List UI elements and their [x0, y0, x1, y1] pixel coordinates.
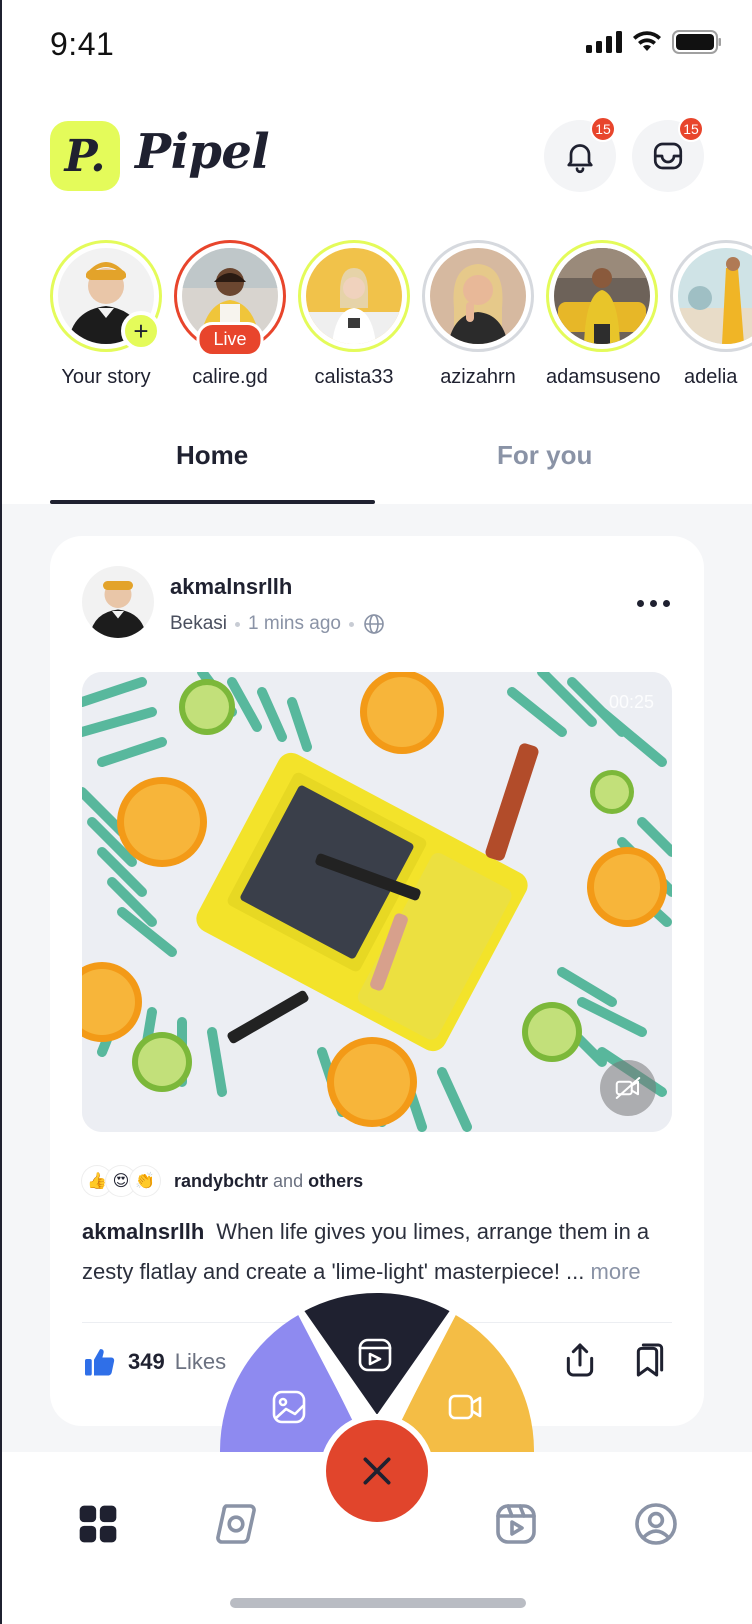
app-name: Pipel — [135, 124, 270, 180]
story-ring — [422, 240, 534, 352]
bell-icon — [567, 144, 593, 174]
nav-reels[interactable] — [488, 1496, 544, 1552]
story-adamsuseno[interactable]: adamsuseno — [546, 240, 661, 389]
avatar — [306, 248, 402, 344]
avatar — [430, 248, 526, 344]
reactions-row[interactable]: 👍 😍 👏 randybchtr and others — [82, 1166, 363, 1196]
post-meta: Bekasi 1 mins ago — [170, 612, 386, 636]
thumbs-up-icon — [85, 1349, 115, 1376]
status-icons — [586, 30, 722, 54]
active-tab-indicator — [50, 500, 375, 504]
inbox-badge: 15 — [678, 116, 704, 142]
post-time: 1 mins ago — [248, 613, 341, 634]
likes-count: 349 — [128, 1349, 165, 1374]
post-location: Bekasi — [170, 613, 228, 634]
story-ring: + — [50, 240, 162, 352]
story-your-story[interactable]: + Your story — [50, 240, 162, 389]
notifications-button[interactable]: 15 — [544, 116, 616, 192]
reaction-user[interactable]: randybchtr — [174, 1171, 268, 1191]
wifi-icon — [633, 31, 661, 51]
live-badge: Live — [196, 322, 264, 357]
story-name: calire.gd — [192, 366, 268, 388]
story-ring — [298, 240, 410, 352]
notifications-badge: 15 — [590, 116, 616, 142]
story-name: Your story — [61, 366, 151, 388]
likes-label: Likes — [174, 1349, 227, 1374]
add-story-icon[interactable]: + — [121, 311, 161, 351]
story-azizahrn[interactable]: azizahrn — [422, 240, 534, 389]
reaction-others[interactable]: others — [308, 1171, 363, 1191]
tab-home[interactable]: Home — [176, 440, 248, 471]
video-thumbnail — [82, 672, 672, 1132]
bookmark-icon — [636, 1343, 664, 1377]
separator-dot — [348, 621, 354, 627]
story-ring: Live — [174, 240, 286, 357]
separator-dot — [235, 621, 241, 627]
inbox-button[interactable]: 15 — [632, 116, 704, 192]
home-indicator — [230, 1598, 526, 1608]
story-ring — [670, 240, 752, 352]
close-icon — [363, 1457, 391, 1485]
story-name: adamsuseno — [546, 366, 661, 388]
inbox-icon — [653, 142, 683, 170]
story-name: calista33 — [314, 366, 394, 388]
reaction-and: and — [273, 1170, 304, 1191]
status-time: 9:41 — [50, 26, 115, 62]
clapping-emoji: 👏 — [130, 1166, 160, 1196]
caption-more-link[interactable]: more — [591, 1259, 641, 1284]
signal-icon — [586, 31, 622, 53]
reactions-summary: randybchtr and others — [174, 1171, 363, 1192]
grid-icon — [79, 1505, 117, 1543]
tab-for-you[interactable]: For you — [497, 440, 592, 471]
post-avatar[interactable] — [82, 566, 154, 638]
app-screen: 9:41 P. Pipel 15 15 + Your story Live ca… — [0, 0, 752, 1624]
post-username[interactable]: akmalnsrllh — [170, 574, 292, 600]
device-edge — [0, 0, 2, 1624]
story-ring — [546, 240, 658, 352]
globe-icon — [364, 614, 384, 634]
like-button[interactable]: 349 Likes — [82, 1344, 226, 1380]
story-name: azizahrn — [440, 366, 516, 388]
avatar — [554, 248, 650, 344]
save-button[interactable] — [630, 1340, 670, 1385]
video-duration: 00:25 — [608, 692, 654, 712]
more-options-icon[interactable] — [637, 600, 670, 607]
reels-icon — [496, 1504, 536, 1544]
stories-row: + Your story Live calire.gd calista33 az… — [50, 240, 752, 390]
mute-button[interactable] — [600, 1060, 656, 1116]
share-button[interactable] — [560, 1340, 600, 1385]
nav-explore[interactable] — [208, 1496, 264, 1552]
battery-icon — [672, 30, 721, 54]
story-calista33[interactable]: calista33 — [298, 240, 410, 389]
nav-home[interactable] — [70, 1496, 126, 1552]
story-name: adelia — [684, 366, 738, 388]
logo-mark: P. — [50, 121, 120, 191]
nav-profile[interactable] — [628, 1496, 684, 1552]
story-calire-gd[interactable]: Live calire.gd — [174, 240, 286, 389]
profile-icon — [635, 1503, 677, 1545]
explore-icon — [216, 1504, 256, 1544]
share-icon — [566, 1343, 594, 1377]
avatar — [678, 248, 752, 344]
post-video[interactable]: 00:25 — [82, 672, 672, 1132]
caption-username[interactable]: akmalnsrllh — [82, 1219, 204, 1244]
story-adelia[interactable]: adelia — [670, 240, 752, 389]
close-menu-button[interactable] — [320, 1414, 434, 1528]
post-caption: akmalnsrllh When life gives you limes, ar… — [82, 1212, 676, 1292]
muted-camera-icon — [615, 1077, 641, 1099]
